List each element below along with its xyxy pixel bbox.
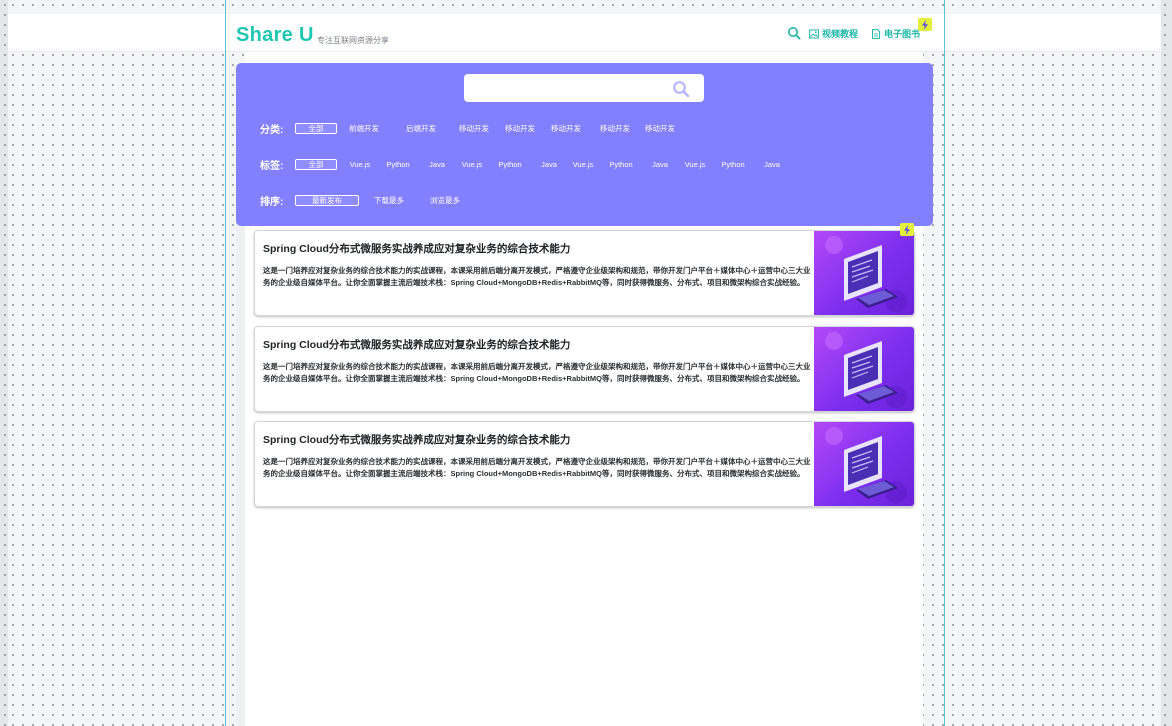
nav-link-video-tutorials[interactable]: 视频教程 [809,27,858,40]
course-title[interactable]: Spring Cloud分布式微服务实战养成应对复杂业务的综合技术能力 [263,241,570,256]
tag-chip[interactable]: Java [427,159,447,170]
lightning-icon[interactable] [900,223,914,236]
layout-guide-left [225,0,226,726]
category-filter-row: 分类: 全部 前端开发 后端开发 移动开发 移动开发 移动开发 移动开发 移动开… [260,121,677,136]
document-icon [872,28,881,39]
course-description: 这是一门培养应对复杂业务的综合技术能力的实战课程，本课采用前后端分离开发模式，严… [263,362,811,383]
sort-chip[interactable]: 下载最多 [371,195,407,206]
tag-chip[interactable]: Python [383,159,413,170]
search-input[interactable] [464,74,704,102]
nav-link-label: 电子图书 [884,29,921,39]
course-title[interactable]: Spring Cloud分布式微服务实战养成应对复杂业务的综合技术能力 [263,432,570,447]
course-title[interactable]: Spring Cloud分布式微服务实战养成应对复杂业务的综合技术能力 [263,337,570,352]
course-card[interactable]: Spring Cloud分布式微服务实战养成应对复杂业务的综合技术能力 这是一门… [254,230,915,316]
category-chip[interactable]: 后端开发 [404,123,438,134]
sort-filter-row: 排序: 最新发布 下载最多 浏览最多 [260,193,463,208]
category-chip[interactable]: 全部 [295,122,337,134]
course-thumbnail[interactable] [814,231,914,315]
category-chip[interactable]: 移动开发 [643,123,677,134]
category-chip[interactable]: 前端开发 [347,123,381,134]
search-icon[interactable] [787,26,801,40]
course-thumbnail[interactable] [814,327,914,411]
course-description: 这是一门培养应对复杂业务的综合技术能力的实战课程，本课采用前后端分离开发模式，严… [263,457,811,478]
course-card[interactable]: Spring Cloud分布式微服务实战养成应对复杂业务的综合技术能力 这是一门… [254,326,915,412]
tag-chip[interactable]: Vue.js [682,159,708,170]
site-tagline: 专注互联网资源分享 [317,36,389,45]
tag-chip[interactable]: Java [539,159,559,170]
sort-chip[interactable]: 最新发布 [295,194,359,206]
tag-chip[interactable]: Python [606,159,636,170]
category-chip[interactable]: 移动开发 [549,123,583,134]
tag-chip[interactable]: Vue.js [570,159,596,170]
image-icon [809,29,819,38]
site-logo[interactable]: Share U [236,24,314,47]
sort-filter-label: 排序: [260,196,284,208]
tag-filter-row: 标签: 全部 Vue.js Python Java Vue.js Python … [260,157,782,172]
course-description: 这是一门培养应对复杂业务的综合技术能力的实战课程，本课采用前后端分离开发模式，严… [263,266,811,287]
category-chip[interactable]: 移动开发 [457,123,491,134]
tag-chip[interactable]: Java [762,159,782,170]
header-bar [8,14,1161,52]
lightning-icon[interactable] [918,18,932,31]
filter-panel: 分类: 全部 前端开发 后端开发 移动开发 移动开发 移动开发 移动开发 移动开… [236,63,933,226]
category-filter-label: 分类: [260,124,284,136]
tag-chip[interactable]: Python [495,159,525,170]
category-chip[interactable]: 移动开发 [598,123,632,134]
search-icon[interactable] [672,80,690,98]
category-chip[interactable]: 移动开发 [503,123,537,134]
course-thumbnail[interactable] [814,422,914,506]
nav-link-ebooks[interactable]: 电子图书 [871,27,920,40]
course-card[interactable]: Spring Cloud分布式微服务实战养成应对复杂业务的综合技术能力 这是一门… [254,421,915,507]
sort-chip[interactable]: 浏览最多 [427,195,463,206]
tag-chip[interactable]: Java [650,159,670,170]
tag-chip[interactable]: Vue.js [459,159,485,170]
tag-chip[interactable]: Python [718,159,748,170]
layout-guide-right [944,0,945,726]
tag-chip[interactable]: Vue.js [347,159,373,170]
content-column-gutter [236,226,245,726]
tag-filter-label: 标签: [260,160,284,172]
nav-link-label: 视频教程 [822,29,859,39]
tag-chip[interactable]: 全部 [295,158,337,170]
